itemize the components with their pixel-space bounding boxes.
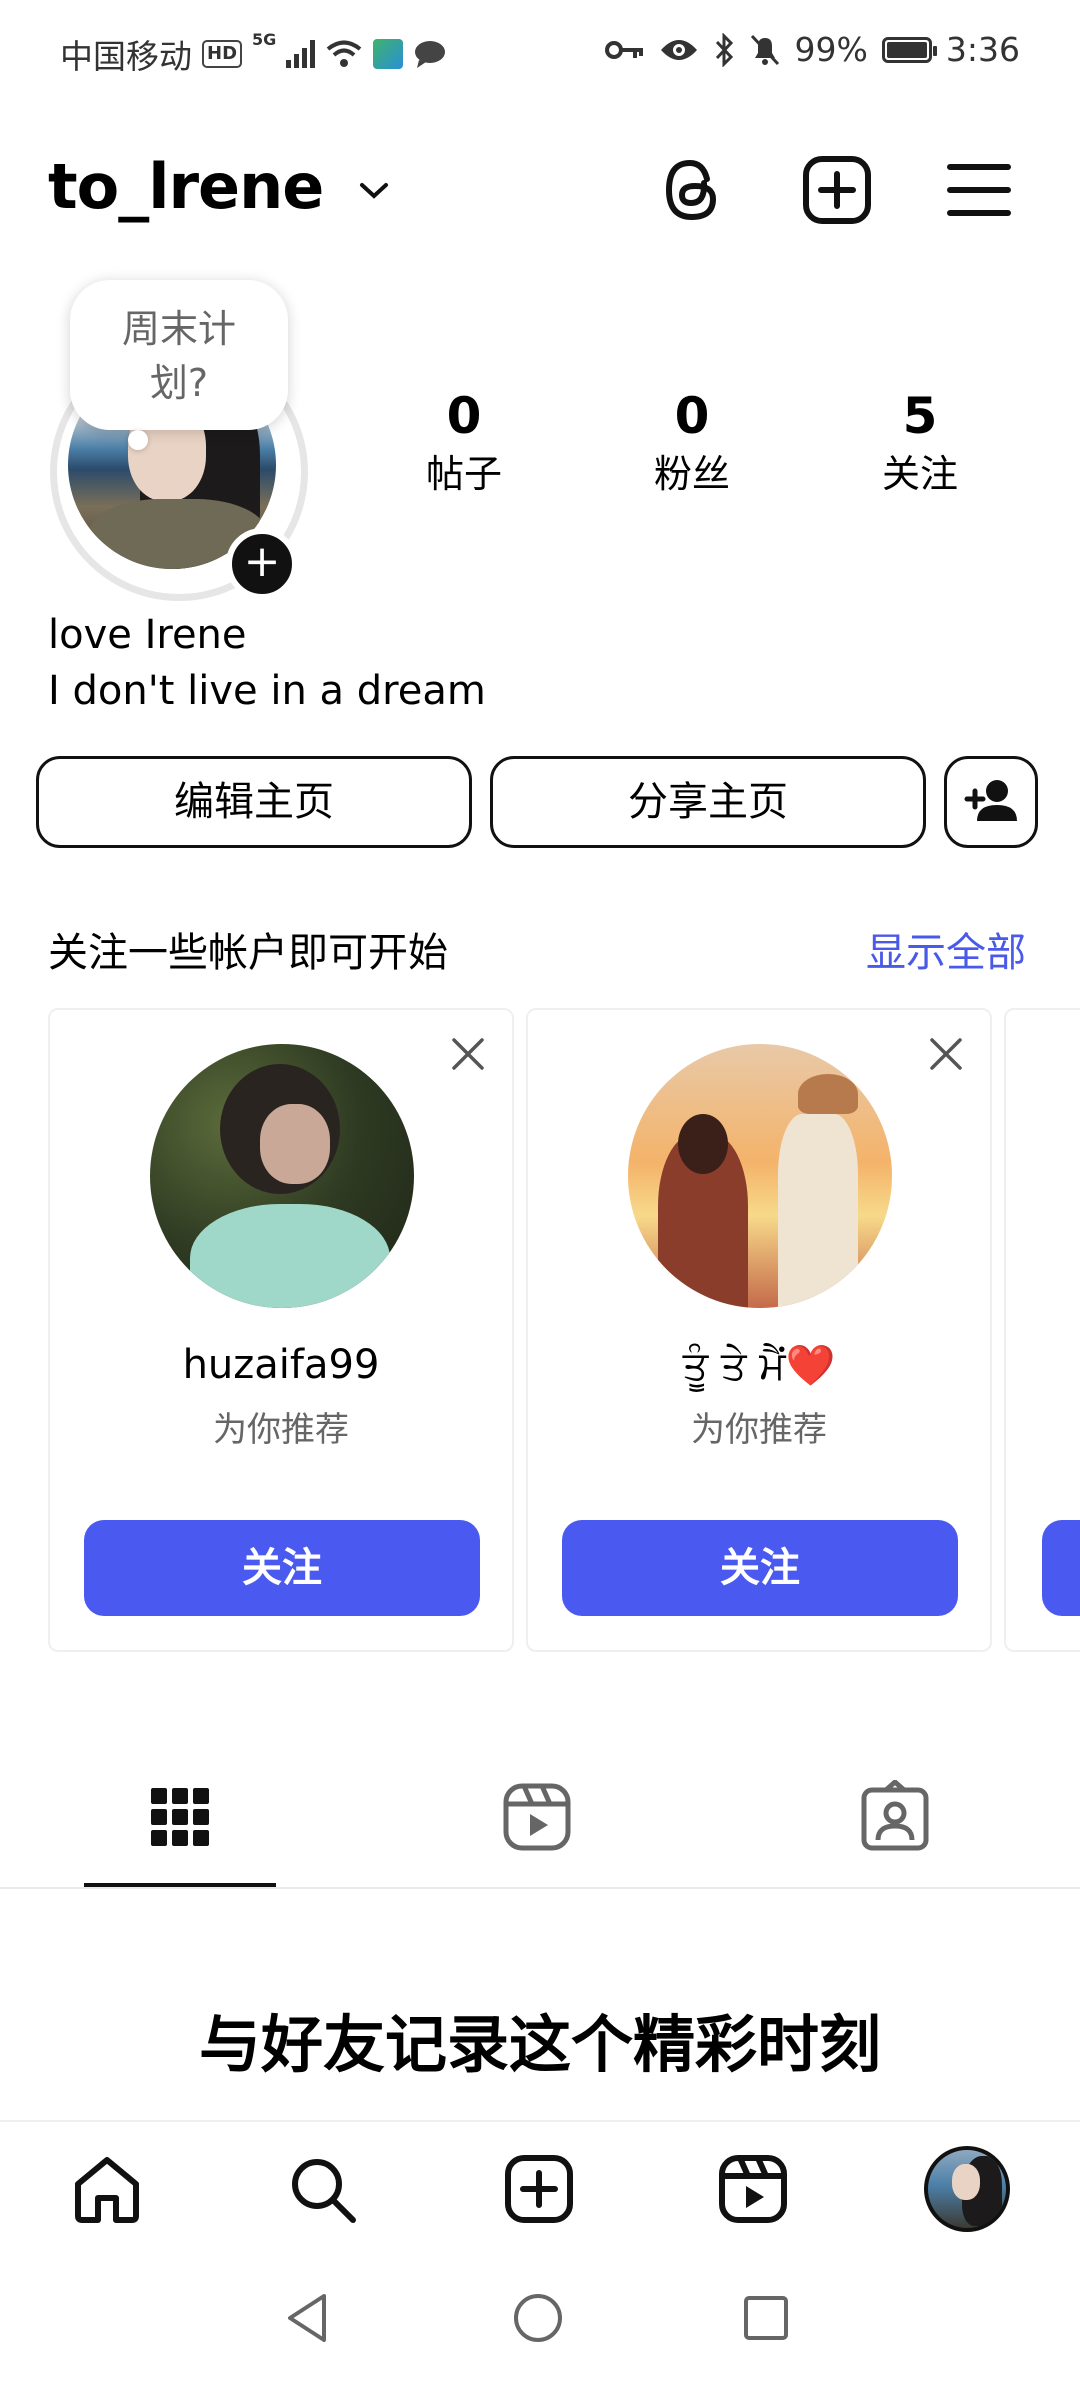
share-profile-button[interactable]: 分享主页	[490, 756, 926, 848]
note-bubble-tail	[128, 430, 148, 450]
dismiss-close-icon[interactable]	[926, 1034, 966, 1074]
tab-divider	[0, 1887, 1080, 1889]
followers-count: 0	[674, 387, 710, 445]
suggestions-title: 关注一些帐户即可开始	[48, 930, 448, 976]
posts-label: 帖子	[425, 452, 502, 496]
discover-people-button[interactable]	[944, 756, 1038, 848]
threads-icon[interactable]	[655, 153, 729, 227]
home-circle-icon[interactable]	[512, 2292, 564, 2344]
home-tab[interactable]	[70, 2152, 144, 2226]
suggestion-username[interactable]: huzaifa99	[50, 1342, 512, 1388]
show-all-link[interactable]: 显示全部	[866, 920, 1026, 978]
suggestion-reason: 为你推荐	[213, 1410, 349, 1450]
dismiss-close-icon[interactable]	[448, 1034, 488, 1074]
add-person-icon	[964, 780, 1017, 821]
followers-stat[interactable]: 0 粉丝	[602, 385, 782, 499]
grid-tab[interactable]	[143, 1780, 217, 1854]
system-navigation-bar	[0, 2268, 1080, 2388]
bluetooth-icon	[713, 32, 735, 67]
posts-count: 0	[446, 387, 482, 445]
mute-bell-icon	[749, 33, 781, 67]
wifi-icon	[325, 39, 363, 69]
clock: 3:36	[945, 30, 1020, 69]
suggestion-card-peek[interactable]	[1004, 1008, 1080, 1652]
follow-button[interactable]: 关注	[84, 1520, 480, 1616]
hd-badge: HD	[202, 40, 243, 68]
back-icon[interactable]	[282, 2290, 332, 2346]
display-name: love Irene	[48, 612, 247, 658]
search-tab[interactable]	[285, 2152, 359, 2226]
empty-state-heading: 与好友记录这个精彩时刻	[198, 2008, 881, 2081]
home-icon	[75, 2157, 139, 2223]
suggestion-avatar[interactable]	[150, 1044, 414, 1308]
bio-text: I don't live in a dream	[48, 668, 486, 714]
key-icon	[604, 38, 645, 62]
note-text: 周末计划?	[121, 307, 236, 405]
grid-icon	[151, 1788, 209, 1846]
carrier-label: 中国移动	[60, 37, 192, 76]
suggestion-reason: 为你推荐	[691, 1410, 827, 1450]
edit-profile-button[interactable]: 编辑主页	[36, 756, 472, 848]
note-bubble[interactable]: 周末计划?	[70, 280, 288, 430]
search-icon	[292, 2159, 356, 2223]
tagged-tab[interactable]	[858, 1780, 932, 1854]
suggestion-card[interactable]: huzaifa99 为你推荐 关注	[48, 1008, 514, 1652]
add-story-button[interactable]: +	[226, 528, 298, 600]
signal-icon	[286, 40, 316, 68]
eye-icon	[659, 36, 699, 64]
suggestion-card[interactable]: ਤੂੰ ਤੇ ਮੈਂ❤️ 为你推荐 关注	[526, 1008, 992, 1652]
reels-nav-tab[interactable]	[716, 2152, 790, 2226]
recents-square-icon[interactable]	[742, 2294, 790, 2342]
suggestion-username[interactable]: ਤੂੰ ਤੇ ਮੈਂ❤️	[528, 1342, 990, 1389]
following-label: 关注	[881, 452, 958, 496]
reels-tab[interactable]	[500, 1780, 574, 1854]
followers-label: 粉丝	[653, 452, 730, 496]
battery-percent: 99%	[794, 30, 868, 69]
battery-icon	[881, 36, 937, 63]
profile-tab-avatar[interactable]	[924, 2146, 1010, 2232]
status-bar: 中国移动 HD 5G 99% 3:36	[0, 0, 1080, 100]
following-count: 5	[902, 387, 938, 445]
follow-button[interactable]: 关注	[562, 1520, 958, 1616]
suggestion-avatar[interactable]	[628, 1044, 892, 1308]
create-icon	[505, 2155, 573, 2223]
reels-icon	[719, 2155, 787, 2223]
following-stat[interactable]: 5 关注	[830, 385, 1010, 499]
message-icon	[413, 39, 447, 69]
chevron-down-icon	[359, 182, 388, 199]
posts-stat[interactable]: 0 帖子	[374, 385, 554, 499]
network-label: 5G	[252, 30, 277, 49]
follow-button-peek[interactable]	[1042, 1520, 1080, 1616]
app-notification-icon	[373, 39, 404, 69]
tagged-icon	[861, 1780, 929, 1851]
account-switcher[interactable]: to_lrene	[48, 150, 390, 223]
create-tab[interactable]	[502, 2152, 576, 2226]
reels-icon	[503, 1783, 571, 1851]
username-title: to_lrene	[48, 150, 324, 223]
menu-icon[interactable]	[942, 153, 1016, 227]
add-post-icon[interactable]	[800, 153, 874, 227]
